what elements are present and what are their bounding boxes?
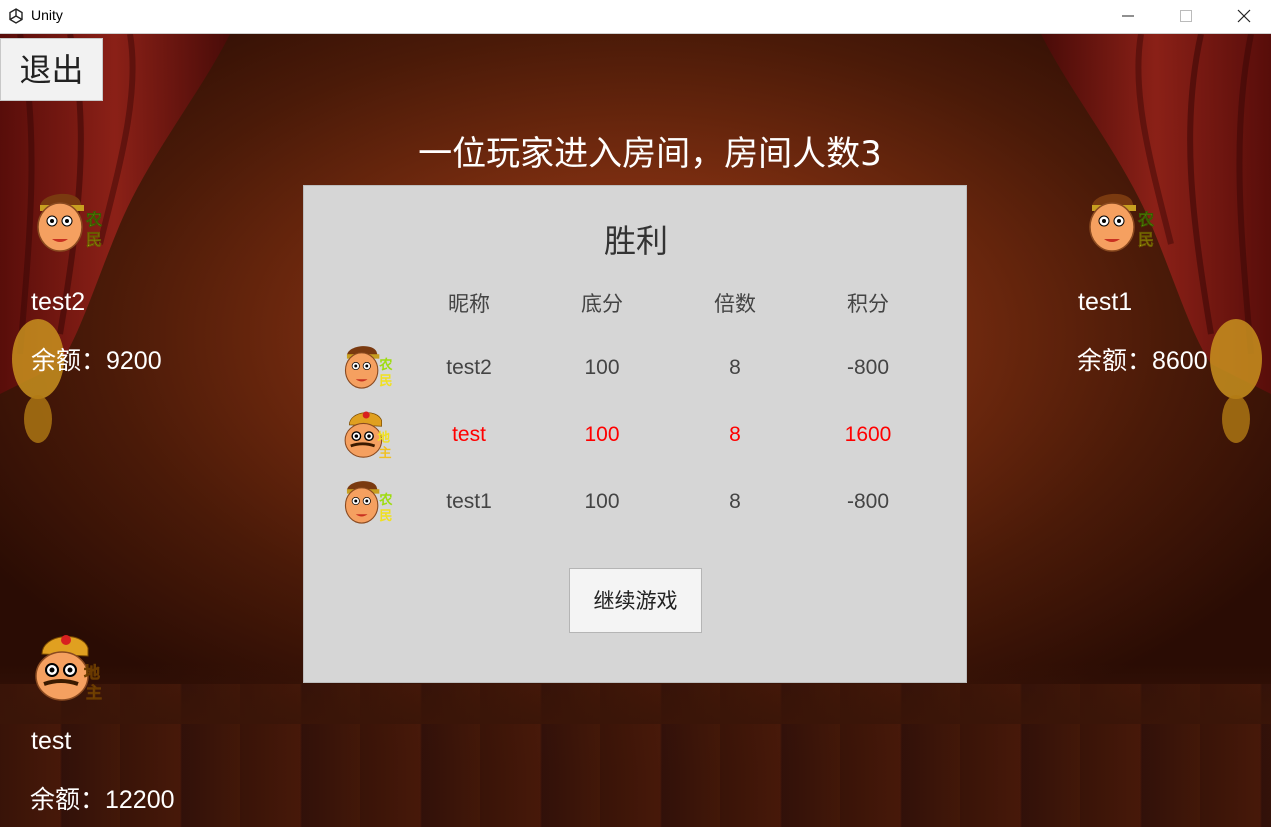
- landlord-avatar-icon: 地 主: [344, 411, 392, 460]
- maximize-button[interactable]: [1157, 0, 1215, 33]
- row-base-score: 100: [584, 490, 620, 513]
- window-title: Unity: [31, 7, 63, 23]
- header-multiplier: 倍数: [714, 292, 756, 316]
- player-name: test1: [1078, 288, 1133, 316]
- player-name: test: [31, 727, 72, 755]
- header-points: 积分: [847, 292, 889, 316]
- maximize-icon: [1180, 10, 1192, 22]
- minimize-icon: [1122, 15, 1134, 17]
- player-balance: 余额：8600: [1077, 347, 1208, 375]
- svg-text:地: 地: [84, 663, 100, 682]
- window-titlebar: Unity: [0, 0, 1271, 34]
- row-nickname: test: [452, 423, 486, 446]
- svg-text:农: 农: [378, 491, 393, 508]
- row-nickname: test1: [446, 490, 492, 513]
- result-title: 胜利: [603, 222, 668, 260]
- farmer-avatar-icon: 农 民: [1089, 193, 1154, 252]
- landlord-avatar-icon: 地 主: [35, 635, 102, 702]
- farmer-avatar-icon: 农 民: [344, 346, 393, 389]
- row-points: 1600: [844, 423, 892, 446]
- player-name: test2: [31, 288, 86, 316]
- close-button[interactable]: [1215, 0, 1271, 33]
- player-balance: 余额：9200: [31, 347, 162, 375]
- minimize-button[interactable]: [1099, 0, 1157, 33]
- row-points: -800: [846, 356, 890, 379]
- svg-text:主: 主: [379, 445, 392, 460]
- unity-logo-icon: [9, 8, 23, 24]
- svg-text:民: 民: [379, 508, 392, 524]
- farmer-avatar-icon: 农 民: [37, 193, 102, 252]
- exit-button[interactable]: 退出: [0, 38, 103, 101]
- row-base-score: 100: [584, 356, 620, 379]
- close-icon: [1237, 9, 1251, 23]
- row-multiplier: 8: [729, 423, 741, 446]
- room-status-message: 一位玩家进入房间，房间人数3: [418, 134, 882, 174]
- row-multiplier: 8: [729, 490, 741, 513]
- svg-text:民: 民: [379, 373, 392, 389]
- row-points: -800: [846, 490, 890, 513]
- farmer-avatar-icon: 农 民: [344, 481, 393, 524]
- svg-text:民: 民: [1138, 230, 1154, 249]
- svg-text:农: 农: [378, 356, 393, 373]
- row-multiplier: 8: [729, 356, 741, 379]
- continue-game-button[interactable]: 继续游戏: [569, 568, 702, 633]
- svg-text:农: 农: [1137, 210, 1154, 229]
- header-base-score: 底分: [581, 292, 623, 316]
- player-balance: 余额：12200: [30, 786, 175, 814]
- result-panel: 胜利 昵称 底分 倍数 积分 农 民 test2 100 8 -800 地 主 …: [303, 185, 967, 683]
- header-nickname: 昵称: [448, 292, 490, 316]
- svg-text:农: 农: [85, 210, 102, 229]
- svg-text:主: 主: [86, 683, 102, 702]
- svg-text:地: 地: [377, 430, 390, 445]
- row-nickname: test2: [446, 356, 492, 379]
- svg-text:民: 民: [86, 230, 102, 249]
- row-base-score: 100: [584, 423, 620, 446]
